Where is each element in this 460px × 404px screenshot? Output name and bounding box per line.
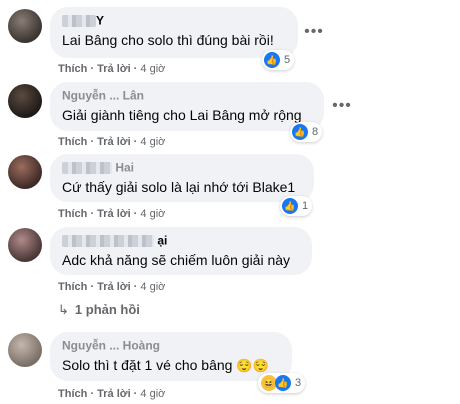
comment-actions: Thích · Trả lời · 4 giờ [58, 208, 166, 220]
reply-link[interactable]: Trả lời [97, 388, 131, 400]
commenter-name[interactable]: ại [62, 233, 300, 248]
more-options-icon[interactable]: ••• [330, 94, 354, 118]
timestamp[interactable]: 4 giờ [140, 63, 165, 75]
comment-actions: Thích · Trả lời · 4 giờ [58, 388, 166, 400]
reaction-count: 1 [302, 200, 309, 212]
like-icon: 👍 [275, 375, 291, 391]
commenter-name[interactable]: Nguyễn ... Lân [62, 88, 312, 103]
avatar[interactable] [8, 84, 42, 118]
reply-link[interactable]: Trả lời [97, 136, 131, 148]
comment-text: Adc khả năng sẽ chiếm luôn giải này [62, 252, 291, 268]
avatar[interactable] [8, 9, 42, 43]
comment-bubble: ại Adc khả năng sẽ chiếm luôn giải này [50, 227, 312, 275]
like-icon: 👍 [282, 198, 298, 214]
like-icon: 👍 [292, 124, 308, 140]
timestamp[interactable]: 4 giờ [140, 208, 165, 220]
timestamp[interactable]: 4 giờ [140, 136, 165, 148]
reply-link[interactable]: Trả lời [97, 63, 131, 75]
like-link[interactable]: Thích [58, 208, 87, 220]
reaction-badge[interactable]: 😆 👍 3 [258, 373, 306, 393]
comment-text: Giải giành tiêng cho Lai Bâng mở rộng [62, 107, 302, 123]
avatar[interactable] [8, 333, 42, 367]
comment-actions: Thích · Trả lời · 4 giờ [58, 281, 166, 293]
avatar[interactable] [8, 155, 42, 189]
commenter-name[interactable]: Hai [62, 160, 302, 175]
reply-link[interactable]: Trả lời [97, 208, 131, 220]
like-link[interactable]: Thích [58, 63, 87, 75]
comment-actions: Thích · Trả lời · 4 giờ [58, 136, 166, 148]
like-link[interactable]: Thích [58, 388, 87, 400]
reply-arrow-icon: ↳ [58, 302, 69, 317]
reaction-count: 3 [295, 377, 302, 389]
view-replies-link[interactable]: ↳ 1 phản hồi [58, 302, 140, 318]
like-link[interactable]: Thích [58, 281, 87, 293]
reaction-count: 8 [312, 126, 319, 138]
reaction-badge[interactable]: 👍 5 [262, 50, 295, 70]
more-options-icon[interactable]: ••• [302, 20, 326, 44]
like-link[interactable]: Thích [58, 136, 87, 148]
commenter-name[interactable]: Nguyễn ... Hoàng [62, 338, 280, 353]
comment-text: Cứ thấy giải solo là lại nhớ tới Blake1 [62, 179, 296, 195]
reaction-count: 5 [284, 54, 291, 66]
reply-link[interactable]: Trả lời [97, 281, 131, 293]
comment-actions: Thích · Trả lời · 4 giờ [58, 63, 166, 75]
comment-bubble: Hai Cứ thấy giải solo là lại nhớ tới Bla… [50, 154, 314, 202]
comment-text: Lai Bâng cho solo thì đúng bài rồi! [62, 32, 274, 48]
timestamp[interactable]: 4 giờ [140, 388, 165, 400]
relieved-emoji-icon: 😌😌 [236, 358, 269, 373]
comment-text: Solo thì t đặt 1 vé cho bâng 😌😌 [62, 357, 269, 373]
comment-bubble: Y Lai Bâng cho solo thì đúng bài rồi! [50, 7, 298, 58]
reaction-badge[interactable]: 👍 8 [290, 122, 323, 142]
like-icon: 👍 [264, 52, 280, 68]
timestamp[interactable]: 4 giờ [140, 281, 165, 293]
reaction-badge[interactable]: 👍 1 [280, 196, 313, 216]
comment-bubble: Nguyễn ... Hoàng Solo thì t đặt 1 vé cho… [50, 332, 292, 381]
avatar[interactable] [8, 228, 42, 262]
replies-label: 1 phản hồi [74, 302, 140, 317]
commenter-name[interactable]: Y [62, 13, 286, 28]
comment-bubble: Nguyễn ... Lân Giải giành tiêng cho Lai … [50, 82, 324, 131]
